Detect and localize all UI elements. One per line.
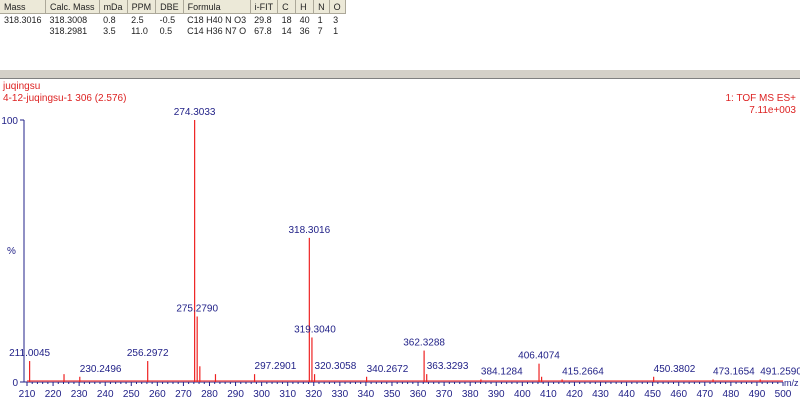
- peak-label: 319.3040: [294, 324, 336, 335]
- x-tick-label: 210: [19, 389, 36, 400]
- chart-title: juqingsu: [2, 81, 40, 92]
- peak-label: 275.2790: [176, 304, 218, 315]
- peak-label: 384.1284: [481, 366, 523, 377]
- y-axis-label: %: [7, 246, 16, 257]
- table-header-row: Mass Calc. Mass mDa PPM DBE Formula i-FIT C H N O: [0, 0, 346, 14]
- column-header[interactable]: O: [329, 0, 346, 14]
- x-tick-label: 250: [123, 389, 140, 400]
- column-header[interactable]: Formula: [183, 0, 251, 14]
- table-cell: 1: [317, 14, 323, 25]
- column-header[interactable]: PPM: [127, 0, 157, 14]
- x-tick-label: 310: [279, 389, 296, 400]
- x-tick-label: 380: [462, 389, 479, 400]
- elemental-composition-table: Mass Calc. Mass mDa PPM DBE Formula i-FIT C H N O …: [0, 0, 800, 71]
- table-cell: [0, 25, 46, 36]
- peak-label: 256.2972: [127, 348, 169, 359]
- x-tick-label: 280: [201, 389, 218, 400]
- x-tick-label: 390: [488, 389, 505, 400]
- table-cell: 0.5: [159, 25, 173, 36]
- peak-label: 362.3288: [403, 338, 445, 349]
- x-tick-label: 500: [775, 389, 792, 400]
- peak-label: 211.0045: [9, 348, 50, 359]
- x-tick-label: 420: [566, 389, 583, 400]
- x-tick-label: 260: [149, 389, 166, 400]
- baseline-noise: [27, 380, 783, 382]
- table-cell: 3: [333, 14, 339, 25]
- table-cell: 7: [317, 25, 323, 36]
- peak-label: 274.3033: [174, 107, 216, 118]
- table-cell: 18: [281, 14, 292, 25]
- x-tick-label: 460: [670, 389, 687, 400]
- table-cell: 67.8: [254, 25, 272, 36]
- x-tick-label: 330: [331, 389, 348, 400]
- column-header[interactable]: Mass: [0, 0, 47, 14]
- peak-label: 415.2664: [562, 366, 604, 377]
- column-header[interactable]: Calc. Mass: [45, 0, 100, 14]
- x-tick-label: 470: [696, 389, 713, 400]
- x-tick-label: 450: [644, 389, 661, 400]
- table-cell: 318.2981: [49, 25, 88, 36]
- intensity-label: 7.11e+003: [749, 105, 796, 116]
- chart-subtitle: 4-12-juqingsu-1 306 (2.576): [3, 93, 126, 104]
- table-cell: 3.5: [103, 25, 116, 36]
- x-tick-label: 410: [540, 389, 557, 400]
- x-tick-label: 430: [592, 389, 609, 400]
- x-tick-label: 320: [305, 389, 322, 400]
- table-cell: 2.5: [131, 14, 144, 25]
- x-tick-label: 440: [618, 389, 635, 400]
- x-tick-label: 270: [175, 389, 192, 400]
- x-tick-label: 220: [45, 389, 62, 400]
- x-tick-label: 490: [749, 389, 766, 400]
- x-tick-label: 300: [253, 389, 270, 400]
- x-tick-label: 480: [723, 389, 740, 400]
- splitter[interactable]: [0, 70, 800, 79]
- peak-label: 320.3058: [315, 361, 357, 372]
- table-cell: 29.8: [254, 14, 272, 25]
- table-cell: 1: [333, 25, 339, 36]
- column-header[interactable]: i-FIT: [250, 0, 279, 14]
- scan-info: 1: TOF MS ES+: [726, 93, 797, 104]
- column-header[interactable]: DBE: [155, 0, 184, 14]
- table-cell: -0.5: [159, 14, 176, 25]
- table-cell: C18 H40 N O3: [187, 14, 247, 25]
- x-axis-label: m/z: [784, 378, 799, 388]
- x-tick-label: 400: [514, 389, 531, 400]
- table-cell: 36: [299, 25, 310, 36]
- x-tick-label: 370: [436, 389, 453, 400]
- column-header[interactable]: N: [313, 0, 330, 14]
- peak-label: 340.2672: [367, 364, 409, 375]
- table-cell: 318.3016: [4, 14, 42, 25]
- spectrum-chart: juqingsu 4-12-juqingsu-1 306 (2.576) 1: …: [1, 81, 800, 400]
- table-cell: 14: [281, 25, 292, 36]
- mass-spectrum-panel: juqingsu 4-12-juqingsu-1 306 (2.576) 1: …: [0, 79, 800, 401]
- peak-label: 491.2590: [760, 366, 800, 377]
- peak-label: 297.2901: [255, 361, 297, 372]
- x-tick-label: 360: [410, 389, 427, 400]
- x-tick-label: 230: [71, 389, 88, 400]
- table-cell: 318.3008: [49, 14, 88, 25]
- peak-label: 473.1654: [713, 366, 755, 377]
- table-cell: 11.0: [131, 25, 148, 36]
- table-row[interactable]: 318.2981 3.5 11.0 0.5 C14 H36 N7 O 67.8 14 36 7 1: [0, 25, 345, 36]
- table-cell: 40: [299, 14, 310, 25]
- table-cell: 0.8: [103, 14, 116, 25]
- peak-label: 230.2496: [80, 364, 122, 375]
- column-header[interactable]: mDa: [99, 0, 128, 14]
- x-tick-label: 240: [97, 389, 114, 400]
- y-tick-label: 0: [12, 378, 18, 389]
- peak-label: 406.4074: [518, 351, 560, 362]
- column-header[interactable]: C: [277, 0, 297, 14]
- table-cell: C14 H36 N7 O: [187, 25, 247, 36]
- x-tick-label: 290: [227, 389, 244, 400]
- x-tick-label: 340: [358, 389, 375, 400]
- column-header[interactable]: H: [295, 0, 315, 14]
- peak-label: 363.3293: [427, 361, 469, 372]
- y-tick-label: 100: [1, 116, 18, 127]
- peak-label: 450.3802: [654, 364, 696, 375]
- x-tick-label: 350: [384, 389, 401, 400]
- peak-label: 318.3016: [288, 225, 330, 236]
- table-row[interactable]: 318.3016 318.3008 0.8 2.5 -0.5 C18 H40 N O3 29…: [0, 14, 345, 26]
